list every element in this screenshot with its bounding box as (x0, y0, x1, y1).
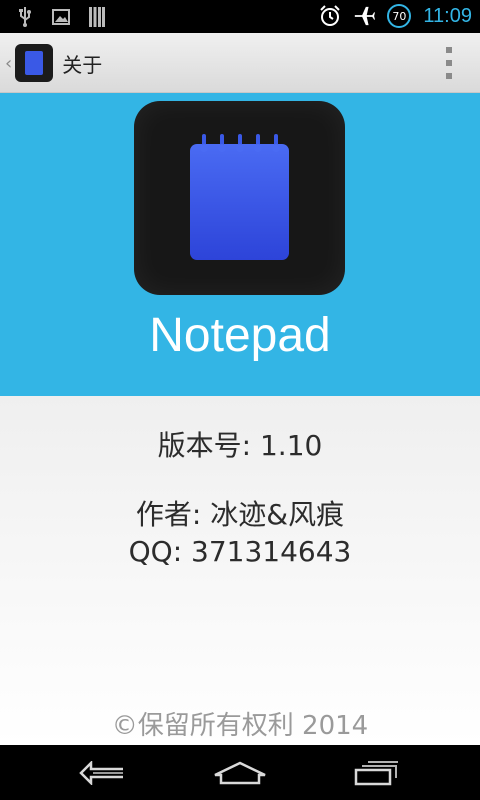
back-button[interactable] (68, 753, 138, 793)
home-button[interactable] (205, 753, 275, 793)
version-text: 版本号: 1.10 (157, 429, 323, 462)
author-text: 作者: 冰迹&风痕 (135, 498, 345, 531)
overflow-menu-icon[interactable] (444, 47, 454, 79)
app-header: Notepad (0, 93, 480, 396)
alarm-icon (319, 5, 341, 27)
about-info: 版本号: 1.10 作者: 冰迹&风痕 QQ: 371314643 ©保留所有权… (0, 396, 480, 745)
image-icon (50, 6, 72, 28)
up-caret-icon: ‹ (5, 52, 13, 74)
status-bar: 70 11:09 (0, 0, 480, 33)
notepad-icon (134, 101, 345, 295)
status-clock: 11:09 (423, 4, 472, 27)
copyright-text: ©保留所有权利 2014 (111, 711, 369, 741)
navigation-bar (0, 745, 480, 800)
notebook-shape (190, 144, 289, 260)
back-icon (79, 761, 123, 785)
up-navigation-button[interactable]: ‹ 关于 (0, 33, 110, 93)
action-bar: ‹ 关于 (0, 33, 480, 93)
app-name: Notepad (149, 309, 331, 362)
notebook-rings (200, 134, 280, 152)
airplane-mode-icon (353, 5, 376, 27)
home-icon (214, 761, 266, 785)
action-bar-title: 关于 (62, 52, 103, 77)
notepad-app-icon (15, 44, 54, 82)
qq-text: QQ: 371314643 (128, 535, 352, 568)
recent-apps-button[interactable] (342, 753, 412, 793)
battery-icon: 70 (387, 4, 412, 28)
storage-icon (86, 6, 108, 28)
recent-apps-icon (354, 761, 398, 786)
usb-icon (14, 6, 36, 28)
